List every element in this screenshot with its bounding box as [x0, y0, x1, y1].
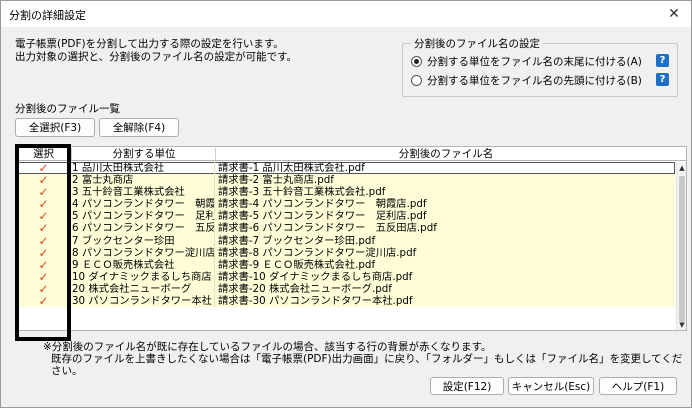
checkmark-icon: ✓ [38, 234, 49, 247]
description: 電子帳票(PDF)を分割して出力する際の設定を行います。 出力対象の選択と、分割… [15, 38, 297, 64]
radio-prefix[interactable] [411, 74, 422, 86]
note-line-1: ※分割後のファイル名が既に存在しているファイルの場合、該当する行の背景が赤くなり… [43, 341, 492, 353]
checkmark-icon: ✓ [38, 270, 49, 283]
table-row[interactable]: ✓ 10 ダイナミックまるしち商店 請求書-10 ダイナミックまるしち商店.pdf [16, 270, 675, 283]
row-select-checkbox[interactable]: ✓ [16, 198, 71, 210]
row-unit: 10 ダイナミックまるしち商店 [71, 270, 215, 283]
scroll-thumb[interactable] [679, 176, 685, 322]
row-select-checkbox[interactable]: ✓ [16, 247, 71, 259]
checkmark-icon: ✓ [38, 282, 49, 295]
column-header-select[interactable]: 選択 [16, 147, 71, 161]
row-filename[interactable]: 請求書-8 パソコンランドタワー淀川店.pdf [216, 247, 675, 259]
dialog-window: 分割の詳細設定 ✕ 電子帳票(PDF)を分割して出力する際の設定を行います。 出… [0, 0, 692, 408]
row-select-checkbox[interactable]: ✓ [16, 235, 71, 247]
row-filename[interactable]: 請求書-6 パソコンランドタワー 五反田店.pdf [216, 222, 675, 234]
help-icon[interactable]: ? [656, 73, 669, 86]
vertical-scrollbar[interactable]: ▲ ▼ [676, 162, 686, 330]
row-filename[interactable]: 請求書-2 富士丸商店.pdf [216, 174, 675, 186]
scroll-up-icon[interactable]: ▲ [678, 163, 686, 173]
file-list-label: 分割後のファイル一覧 [15, 103, 120, 115]
radio-prefix-option[interactable]: 分割する単位をファイル名の先頭に付ける(B) [411, 72, 642, 88]
window-title: 分割の詳細設定 [9, 9, 86, 22]
table-row[interactable]: ✓ 5 パソコンランドタワー 足利店 請求書-5 パソコンランドタワー 足利店.pd… [16, 210, 675, 223]
row-filename[interactable]: 請求書-20 株式会社ニューボーグ.pdf [216, 283, 675, 295]
file-list-grid: 選択 分割する単位 分割後のファイル名 ✓ 1 品川太田株式会社 請求書-1 品川太… [15, 146, 687, 331]
radio-suffix-option[interactable]: 分割する単位をファイル名の末尾に付ける(A) [411, 53, 642, 69]
row-filename[interactable]: 請求書-9 ＥＣＯ販売株式会社.pdf [216, 259, 675, 271]
note-line-2: 既存のファイルを上書きしたくない場合は「電子帳票(PDF)出力画面」に戻り、「フ… [51, 353, 683, 377]
row-unit: 2 富士丸商店 [71, 174, 215, 187]
row-select-checkbox[interactable]: ✓ [16, 174, 71, 186]
grid-rows: ✓ 1 品川太田株式会社 請求書-1 品川太田株式会社.pdf ✓ 2 富士丸商店 請求書… [16, 162, 675, 308]
table-row[interactable]: ✓ 9 ＥＣＯ販売株式会社 請求書-9 ＥＣＯ販売株式会社.pdf [16, 258, 675, 271]
table-row[interactable]: ✓ 7 ブックセンター珍田 請求書-7 ブックセンター珍田.pdf [16, 234, 675, 247]
table-row[interactable]: ✓ 3 五十鈴音工業株式会社 請求書-3 五十鈴音工業株式会社.pdf [16, 186, 675, 199]
description-line-1: 電子帳票(PDF)を分割して出力する際の設定を行います。 [15, 38, 284, 50]
table-row[interactable]: ✓ 6 パソコンランドタワー 五反田店請求書-6 パソコンランドタワー 五反田店.… [16, 222, 675, 235]
row-unit: 4 パソコンランドタワー 朝霞店 [72, 198, 215, 211]
row-unit: 20 株式会社ニューボーグ [71, 282, 215, 295]
row-unit: 3 五十鈴音工業株式会社 [71, 186, 215, 199]
table-row[interactable]: ✓ 20 株式会社ニューボーグ 請求書-20 株式会社ニューボーグ.pdf [16, 282, 675, 296]
table-row[interactable]: ✓ 2 富士丸商店 請求書-2 富士丸商店.pdf [16, 174, 675, 187]
radio-suffix-label: 分割する単位をファイル名の末尾に付ける(A) [427, 55, 642, 68]
row-unit: 7 ブックセンター珍田 [71, 234, 215, 247]
description-line-2: 出力対象の選択と、分割後のファイル名の設定が可能です。 [15, 51, 298, 63]
row-filename[interactable]: 請求書-5 パソコンランドタワー 足利店.pdf [216, 210, 675, 222]
help-button[interactable]: ヘルプ(F1) [599, 377, 677, 395]
cancel-button[interactable]: キャンセル(Esc) [508, 377, 594, 395]
table-row[interactable]: ✓ 1 品川太田株式会社 請求書-1 品川太田株式会社.pdf [16, 162, 675, 175]
row-filename[interactable]: 請求書-4 パソコンランドタワー 朝霞店.pdf [216, 198, 675, 210]
row-select-checkbox[interactable]: ✓ [16, 186, 71, 198]
checkmark-icon: ✓ [38, 295, 49, 308]
radio-prefix-label: 分割する単位をファイル名の先頭に付ける(B) [427, 74, 642, 87]
row-unit: 9 ＥＣＯ販売株式会社 [71, 258, 215, 271]
checkmark-icon: ✓ [38, 162, 49, 174]
row-select-checkbox[interactable]: ✓ [16, 210, 71, 222]
row-unit: 5 パソコンランドタワー 足利店 [72, 210, 215, 223]
row-select-checkbox[interactable]: ✓ [16, 271, 71, 283]
row-select-checkbox[interactable]: ✓ [16, 259, 71, 271]
row-filename[interactable]: 請求書-1 品川太田株式会社.pdf [216, 162, 675, 174]
row-select-checkbox[interactable]: ✓ [16, 222, 71, 234]
ok-button[interactable]: 設定(F12) [430, 377, 504, 395]
deselect-all-button[interactable]: 全解除(F4) [99, 118, 179, 137]
table-row[interactable]: ✓ 4 パソコンランドタワー 朝霞店 請求書-4 パソコンランドタワー 朝霞店.pd… [16, 198, 675, 211]
checkmark-icon: ✓ [38, 258, 49, 271]
scroll-down-icon[interactable]: ▼ [678, 320, 686, 330]
checkmark-icon: ✓ [38, 210, 49, 223]
row-unit: 1 品川太田株式会社 [71, 162, 215, 174]
row-filename[interactable]: 請求書-30 パソコンランドタワー本社.pdf [216, 295, 675, 307]
row-filename[interactable]: 請求書-3 五十鈴音工業株式会社.pdf [216, 186, 675, 198]
select-all-button[interactable]: 全選択(F3) [15, 118, 95, 137]
close-icon: ✕ [668, 6, 680, 22]
column-header-filename[interactable]: 分割後のファイル名 [216, 147, 676, 161]
help-icon[interactable]: ? [656, 54, 669, 67]
overwrite-note: ※分割後のファイル名が既に存在しているファイルの場合、該当する行の背景が赤くなり… [43, 341, 691, 377]
row-select-checkbox[interactable]: ✓ [16, 283, 71, 295]
checkmark-icon: ✓ [38, 246, 49, 259]
row-filename[interactable]: 請求書-10 ダイナミックまるしち商店.pdf [216, 271, 675, 283]
close-button[interactable]: ✕ [661, 3, 687, 25]
checkmark-icon: ✓ [38, 198, 49, 211]
filename-setting-group-label: 分割後のファイル名の設定 [411, 36, 543, 51]
checkmark-icon: ✓ [38, 174, 49, 187]
row-unit: 6 パソコンランドタワー 五反田店 [72, 222, 215, 235]
row-unit: 30 パソコンランドタワー本社 [71, 295, 215, 308]
table-row[interactable]: ✓ 8 パソコンランドタワー淀川店 請求書-8 パソコンランドタワー淀川店.pdf [16, 246, 675, 259]
grid-header: 選択 分割する単位 分割後のファイル名 [16, 147, 686, 161]
checkmark-icon: ✓ [38, 186, 49, 199]
row-select-checkbox[interactable]: ✓ [16, 295, 71, 307]
row-unit: 8 パソコンランドタワー淀川店 [72, 246, 215, 259]
title-bar: 分割の詳細設定 ✕ [1, 1, 691, 27]
filename-setting-group: 分割後のファイル名の設定 分割する単位をファイル名の末尾に付ける(A) ? 分割… [402, 36, 678, 97]
row-filename[interactable]: 請求書-7 ブックセンター珍田.pdf [216, 235, 675, 247]
table-row[interactable]: ✓ 30 パソコンランドタワー本社 請求書-30 パソコンランドタワー本社.pdf [16, 295, 675, 308]
checkmark-icon: ✓ [38, 222, 49, 235]
radio-suffix[interactable] [411, 55, 422, 67]
row-select-checkbox[interactable]: ✓ [16, 162, 71, 174]
column-header-unit[interactable]: 分割する単位 [72, 147, 216, 161]
